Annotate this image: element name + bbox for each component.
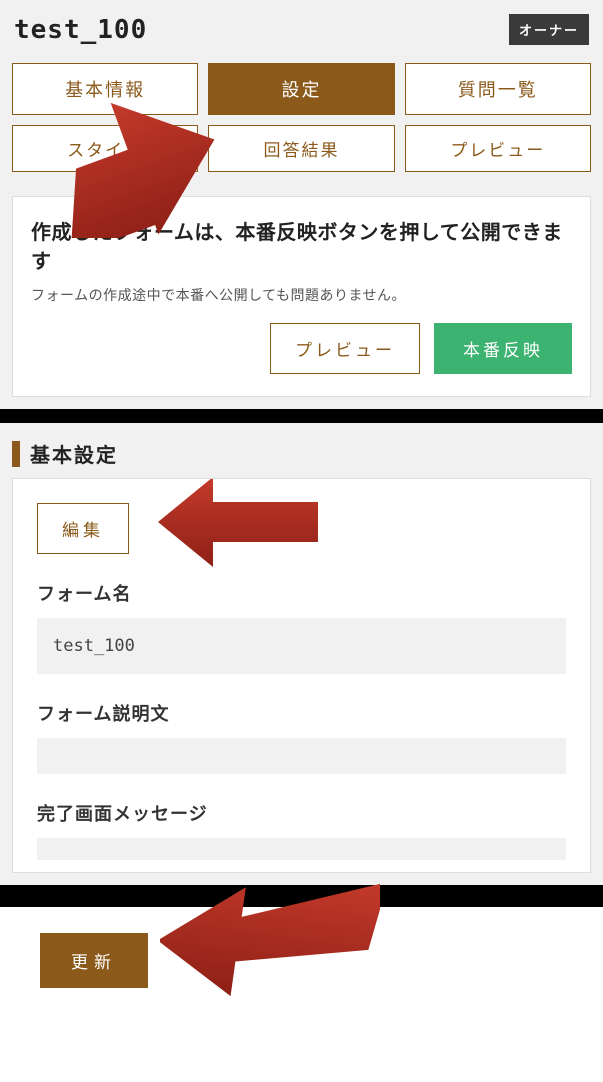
complete-msg-value bbox=[37, 838, 566, 860]
section-accent-bar bbox=[12, 441, 20, 467]
owner-badge: オーナー bbox=[509, 14, 589, 45]
section-divider-2 bbox=[0, 885, 603, 907]
edit-button[interactable]: 編集 bbox=[37, 503, 129, 554]
callout-arrow-edit-icon bbox=[158, 478, 318, 567]
preview-button[interactable]: プレビュー bbox=[270, 323, 420, 374]
section-divider-1 bbox=[0, 409, 603, 423]
form-desc-label: フォーム説明文 bbox=[37, 700, 566, 726]
page-title: test_100 bbox=[14, 15, 147, 45]
complete-msg-label: 完了画面メッセージ bbox=[37, 800, 566, 826]
tab-basic-info[interactable]: 基本情報 bbox=[12, 63, 198, 115]
form-name-value: test_100 bbox=[37, 618, 566, 674]
tab-row-1: 基本情報 設定 質問一覧 bbox=[12, 63, 591, 115]
form-desc-value bbox=[37, 738, 566, 774]
notice-title: 作成したフォームは、本番反映ボタンを押して公開できます bbox=[31, 219, 572, 277]
update-button[interactable]: 更新 bbox=[40, 933, 148, 988]
tab-question-list[interactable]: 質問一覧 bbox=[405, 63, 591, 115]
tab-settings[interactable]: 設定 bbox=[208, 63, 394, 115]
section-title-basic-settings: 基本設定 bbox=[30, 439, 118, 468]
tab-preview[interactable]: プレビュー bbox=[405, 125, 591, 172]
form-name-label: フォーム名 bbox=[37, 580, 566, 606]
tab-results[interactable]: 回答結果 bbox=[208, 125, 394, 172]
notice-subtitle: フォームの作成途中で本番へ公開しても問題ありません。 bbox=[31, 285, 572, 305]
publish-notice-card: 作成したフォームは、本番反映ボタンを押して公開できます フォームの作成途中で本番… bbox=[12, 196, 591, 397]
basic-settings-card: 編集 フォーム名 test_100 フォーム説明文 bbox=[12, 478, 591, 873]
publish-button[interactable]: 本番反映 bbox=[434, 323, 572, 374]
tab-row-2: スタイル 回答結果 プレビュー bbox=[12, 125, 591, 172]
tab-style[interactable]: スタイル bbox=[12, 125, 198, 172]
